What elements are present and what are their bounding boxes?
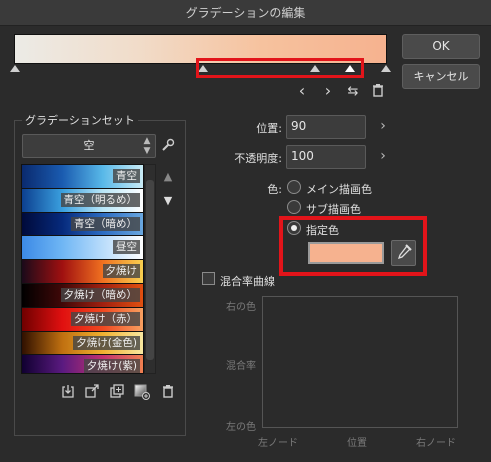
move-up-icon[interactable]: ▲ <box>161 170 175 183</box>
gradient-list-item[interactable]: 青空（明るめ） <box>22 188 143 213</box>
blend-curve-checkbox[interactable] <box>202 272 215 285</box>
chevron-right-icon[interactable]: › <box>377 118 389 134</box>
opacity-input[interactable]: 100 <box>286 145 366 169</box>
gradient-list-item[interactable]: 夕焼け(紫) <box>22 355 143 373</box>
gradient-list-item-label: 夕焼け <box>102 264 140 279</box>
gradient-list-item-label: 夕焼け(紫) <box>83 359 140 373</box>
gradient-list-item-label: 夕焼け（赤） <box>71 311 140 326</box>
chevron-right-icon[interactable]: › <box>377 148 389 164</box>
gradient-list-item[interactable]: 青空 <box>22 165 143 189</box>
gradient-list-item[interactable]: 昼空 <box>22 236 143 261</box>
axis-label-right-color: 右の色 <box>226 302 256 313</box>
export-icon[interactable] <box>84 384 100 400</box>
trash-icon[interactable] <box>160 384 176 400</box>
radio-label-sub-color: サブ描画色 <box>306 203 361 216</box>
ok-button[interactable]: OK <box>402 34 480 59</box>
move-down-icon[interactable]: ▼ <box>161 194 175 207</box>
gradient-set-title: グラデーションセット <box>22 114 138 128</box>
updown-icon: ▲ ▼ <box>143 136 151 156</box>
scrollbar-thumb[interactable] <box>146 180 154 360</box>
gradient-list-item-label: 青空 <box>113 169 140 183</box>
gradient-set-select[interactable]: 空 <box>22 134 156 158</box>
blend-curve-graph <box>262 296 458 428</box>
gradient-list-item[interactable]: 夕焼け <box>22 260 143 284</box>
gradient-list-item[interactable]: 夕焼け（暗め） <box>22 283 143 308</box>
axis-label-position: 位置 <box>347 438 367 449</box>
axis-label-left-node: 左ノード <box>258 438 298 449</box>
window-title: グラデーションの編集 <box>185 6 306 20</box>
gradient-list-item[interactable]: 青空（暗め） <box>22 212 143 237</box>
axis-label-left-color: 左の色 <box>226 422 256 433</box>
radio-sub-color[interactable] <box>287 200 301 214</box>
blend-curve-label: 混合率曲線 <box>220 275 275 288</box>
gradient-list-item-label: 夕焼け（暗め） <box>60 287 140 302</box>
gradient-stop-end[interactable] <box>381 65 391 72</box>
duplicate-icon[interactable] <box>109 384 125 400</box>
gradient-list-item-label: 夕焼け(金色) <box>73 335 140 350</box>
position-label: 位置: <box>256 122 282 135</box>
chevron-left-icon[interactable]: ‹ <box>293 82 311 100</box>
swap-icon[interactable]: ⇆ <box>344 83 362 101</box>
gradient-stop-start[interactable] <box>10 65 20 72</box>
wrench-icon[interactable] <box>160 138 176 154</box>
gradient-list-item[interactable]: 夕焼け（赤） <box>22 307 143 332</box>
gradient-list-item-label: 昼空 <box>113 240 140 255</box>
axis-label-blend-rate: 混合率 <box>226 361 256 372</box>
trash-icon[interactable] <box>369 83 387 101</box>
import-icon[interactable] <box>60 384 76 400</box>
cancel-button[interactable]: キャンセル <box>402 64 480 89</box>
axis-label-right-node: 右ノード <box>416 438 456 449</box>
highlight-box-color <box>279 216 427 276</box>
opacity-label: 不透明度: <box>234 152 282 165</box>
color-label: 色: <box>267 183 282 196</box>
position-input[interactable]: 90 <box>286 115 366 139</box>
gradient-list-item-label: 青空（暗め） <box>71 216 140 231</box>
highlight-box-stops <box>196 58 364 78</box>
add-gradient-icon[interactable] <box>134 384 150 400</box>
radio-label-main-color: メイン描画色 <box>306 183 372 196</box>
radio-main-color[interactable] <box>287 180 301 194</box>
gradient-list-item[interactable]: 夕焼け(金色) <box>22 331 143 356</box>
chevron-right-icon[interactable]: › <box>319 82 337 100</box>
gradient-list[interactable]: 青空青空（明るめ） 青空（暗め） 昼空夕焼け夕焼け（暗め） 夕焼け（赤） 夕焼け(金色)… <box>21 164 144 374</box>
gradient-list-item-label: 青空（明るめ） <box>60 192 140 207</box>
